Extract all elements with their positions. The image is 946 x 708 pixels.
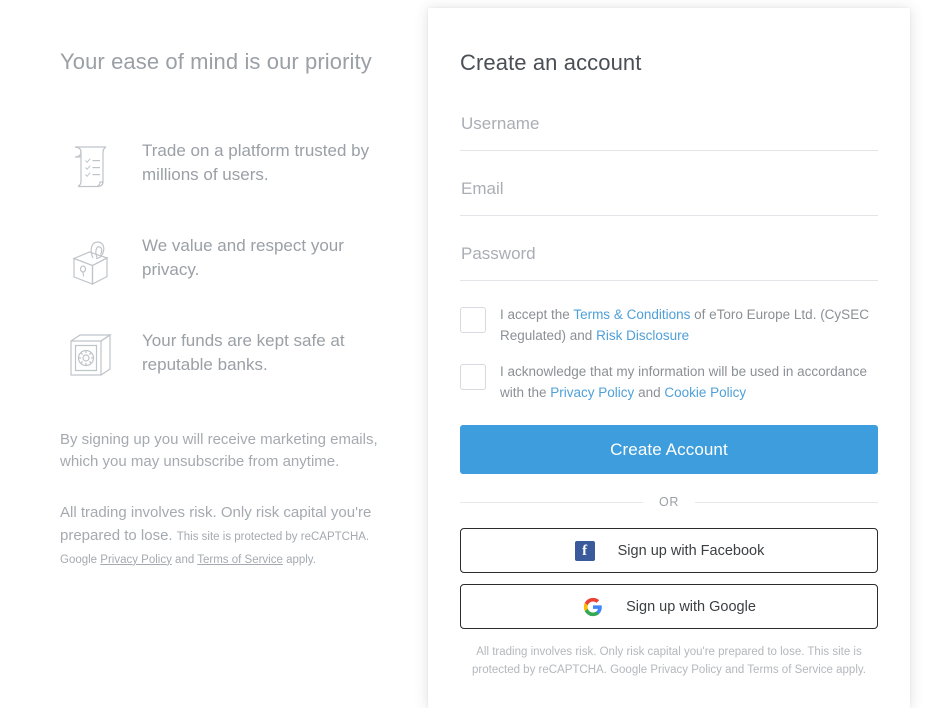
google-icon: [582, 596, 604, 618]
padlock-icon: [60, 230, 122, 292]
left-headline: Your ease of mind is our priority: [60, 49, 372, 74]
card-footnote: All trading involves risk. Only risk cap…: [472, 646, 866, 676]
facebook-button-label: Sign up with Facebook: [617, 542, 765, 559]
feature-item-label: We value and respect your privacy.: [142, 235, 344, 279]
username-field-wrapper: [460, 106, 878, 151]
feature-list: Trade on a platform trusted by millions …: [60, 135, 390, 387]
terms-consent-label: I accept the Terms & Conditions of eToro…: [500, 305, 878, 346]
card-title: Create an account: [460, 50, 642, 75]
risk-disclaimer: All trading involves risk. Only risk cap…: [60, 502, 390, 570]
feature-item-safe-funds: Your funds are kept safe at reputable ba…: [60, 325, 390, 387]
feature-item-label: Trade on a platform trusted by millions …: [142, 140, 370, 184]
divider-rule-left: [460, 501, 644, 503]
feature-item-label: Your funds are kept safe at reputable ba…: [142, 330, 345, 374]
google-button-label: Sign up with Google: [626, 598, 756, 615]
or-divider: OR: [460, 495, 879, 510]
recaptcha-terms-of-service-link[interactable]: Terms of Service: [197, 554, 283, 566]
feature-item-privacy: We value and respect your privacy.: [60, 230, 390, 292]
signup-with-facebook-button[interactable]: f Sign up with Facebook: [460, 528, 878, 574]
privacy-policy-link[interactable]: Privacy Policy: [550, 385, 634, 400]
email-input[interactable]: [460, 171, 878, 205]
scroll-checklist-icon: [60, 135, 122, 197]
terms-text-part1: I accept the: [500, 307, 574, 322]
signup-with-google-button[interactable]: Sign up with Google: [460, 584, 878, 630]
signup-card: Create an account I accept the Terms & C…: [428, 8, 910, 708]
terms-consent-row: I accept the Terms & Conditions of eToro…: [460, 305, 878, 346]
facebook-icon: f: [574, 540, 596, 562]
terms-checkbox[interactable]: [460, 307, 486, 333]
privacy-checkbox[interactable]: [460, 364, 486, 391]
cookie-policy-link[interactable]: Cookie Policy: [664, 385, 746, 400]
recaptcha-note-conjunction: and: [171, 553, 198, 566]
create-account-button[interactable]: Create Account: [460, 425, 878, 475]
password-input[interactable]: [460, 236, 878, 270]
consent-checkbox-group: I accept the Terms & Conditions of eToro…: [460, 305, 878, 403]
email-field-wrapper: [460, 171, 878, 216]
safe-vault-icon: [60, 325, 122, 387]
privacy-consent-label: I acknowledge that my information will b…: [500, 362, 878, 403]
privacy-text-part2: and: [634, 384, 665, 400]
username-input[interactable]: [460, 106, 878, 140]
signup-page: Your ease of mind is our priority Trade …: [0, 0, 946, 708]
password-field-wrapper: [460, 236, 878, 281]
risk-disclosure-link[interactable]: Risk Disclosure: [596, 328, 689, 343]
privacy-consent-row: I acknowledge that my information will b…: [460, 362, 878, 403]
divider-rule-right: [694, 501, 879, 503]
recaptcha-note-suffix: apply.: [282, 553, 316, 566]
left-info-column: Your ease of mind is our priority Trade …: [0, 0, 420, 686]
marketing-consent-note: By signing up you will receive marketing…: [60, 430, 378, 471]
or-label: OR: [659, 495, 679, 510]
recaptcha-privacy-policy-link[interactable]: Privacy Policy: [100, 554, 172, 566]
feature-item-trusted-platform: Trade on a platform trusted by millions …: [60, 135, 390, 197]
terms-and-conditions-link[interactable]: Terms & Conditions: [573, 307, 690, 322]
